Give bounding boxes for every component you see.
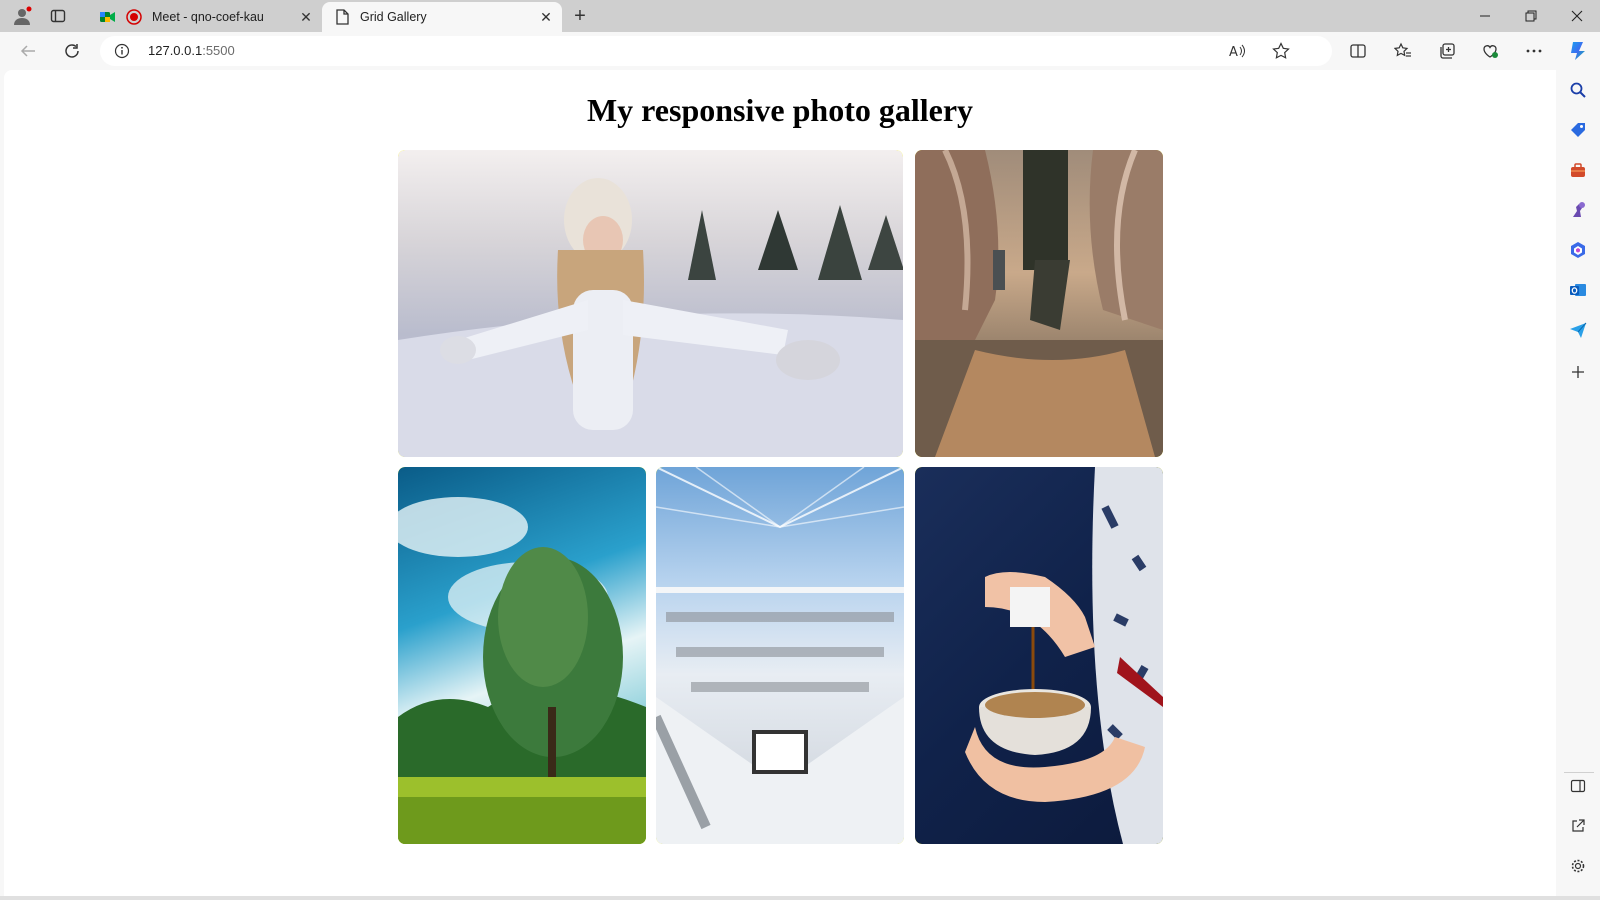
browser-essentials-icon[interactable] bbox=[1476, 37, 1504, 65]
recording-icon bbox=[126, 9, 142, 25]
page-title: My responsive photo gallery bbox=[586, 92, 974, 128]
address-bar[interactable]: 127.0.0.1:5500 A bbox=[100, 36, 1332, 66]
new-tab-button[interactable]: + bbox=[568, 4, 592, 28]
favorites-icon[interactable] bbox=[1389, 37, 1417, 65]
edge-sidebar bbox=[1556, 70, 1600, 900]
games-icon[interactable] bbox=[1564, 196, 1592, 224]
photo-canyon-hiker[interactable] bbox=[915, 150, 1163, 457]
search-icon[interactable] bbox=[1564, 76, 1592, 104]
minimize-button[interactable] bbox=[1462, 0, 1508, 32]
close-tab-icon[interactable]: ✕ bbox=[536, 7, 556, 27]
photo-pouring-syrup[interactable] bbox=[915, 467, 1163, 844]
site-info-icon[interactable] bbox=[114, 43, 130, 59]
close-tab-icon[interactable]: ✕ bbox=[296, 7, 316, 27]
microsoft-365-icon[interactable] bbox=[1564, 236, 1592, 264]
settings-gear-icon[interactable] bbox=[1564, 852, 1592, 880]
photo-library-interior[interactable] bbox=[656, 467, 904, 844]
profile-icon[interactable] bbox=[10, 4, 34, 28]
browser-toolbar: 127.0.0.1:5500 A bbox=[0, 32, 1600, 70]
read-aloud-icon[interactable]: A bbox=[1228, 42, 1246, 60]
browser-window: Meet - qno-coef-kau ✕ Grid Gallery ✕ + 1… bbox=[0, 0, 1600, 900]
hide-sidebar-icon[interactable] bbox=[1564, 772, 1592, 800]
page-viewport: My responsive photo gallery bbox=[4, 70, 1556, 896]
photo-green-tree[interactable] bbox=[398, 467, 646, 844]
url-host: 127.0.0.1 bbox=[148, 43, 203, 58]
url-port: :5500 bbox=[202, 43, 235, 58]
favorite-star-icon[interactable] bbox=[1272, 42, 1290, 60]
photo-image bbox=[915, 150, 1163, 457]
outlook-icon[interactable] bbox=[1564, 276, 1592, 304]
url-text: 127.0.0.1:5500 bbox=[148, 43, 235, 58]
google-meet-icon bbox=[100, 9, 116, 25]
more-options-icon[interactable] bbox=[1520, 37, 1548, 65]
tab-title: Meet - qno-coef-kau bbox=[152, 10, 264, 24]
page-icon bbox=[334, 9, 350, 25]
send-icon[interactable] bbox=[1564, 316, 1592, 344]
photo-image bbox=[915, 467, 1163, 844]
open-external-icon[interactable] bbox=[1564, 812, 1592, 840]
split-screen-icon[interactable] bbox=[1344, 37, 1372, 65]
refresh-icon[interactable] bbox=[58, 37, 86, 65]
copilot-icon[interactable] bbox=[1564, 37, 1592, 65]
back-icon[interactable] bbox=[14, 37, 42, 65]
restore-button[interactable] bbox=[1508, 0, 1554, 32]
photo-girl-in-snow[interactable] bbox=[398, 150, 903, 457]
photo-image bbox=[656, 467, 904, 844]
add-sidebar-app-icon[interactable] bbox=[1564, 358, 1592, 386]
photo-image bbox=[398, 467, 646, 844]
collections-icon[interactable] bbox=[1433, 37, 1461, 65]
tools-icon[interactable] bbox=[1564, 156, 1592, 184]
tab-actions-icon[interactable] bbox=[46, 4, 70, 28]
tab-grid-gallery[interactable]: Grid Gallery ✕ bbox=[322, 2, 562, 32]
close-window-button[interactable] bbox=[1554, 0, 1600, 32]
tab-strip: Meet - qno-coef-kau ✕ Grid Gallery ✕ + bbox=[0, 0, 1600, 32]
tab-meet[interactable]: Meet - qno-coef-kau ✕ bbox=[88, 2, 322, 32]
svg-text:A: A bbox=[1229, 45, 1238, 60]
bottom-edge bbox=[0, 896, 1600, 900]
tab-title: Grid Gallery bbox=[360, 10, 427, 24]
shopping-tag-icon[interactable] bbox=[1564, 116, 1592, 144]
photo-image bbox=[398, 150, 903, 457]
